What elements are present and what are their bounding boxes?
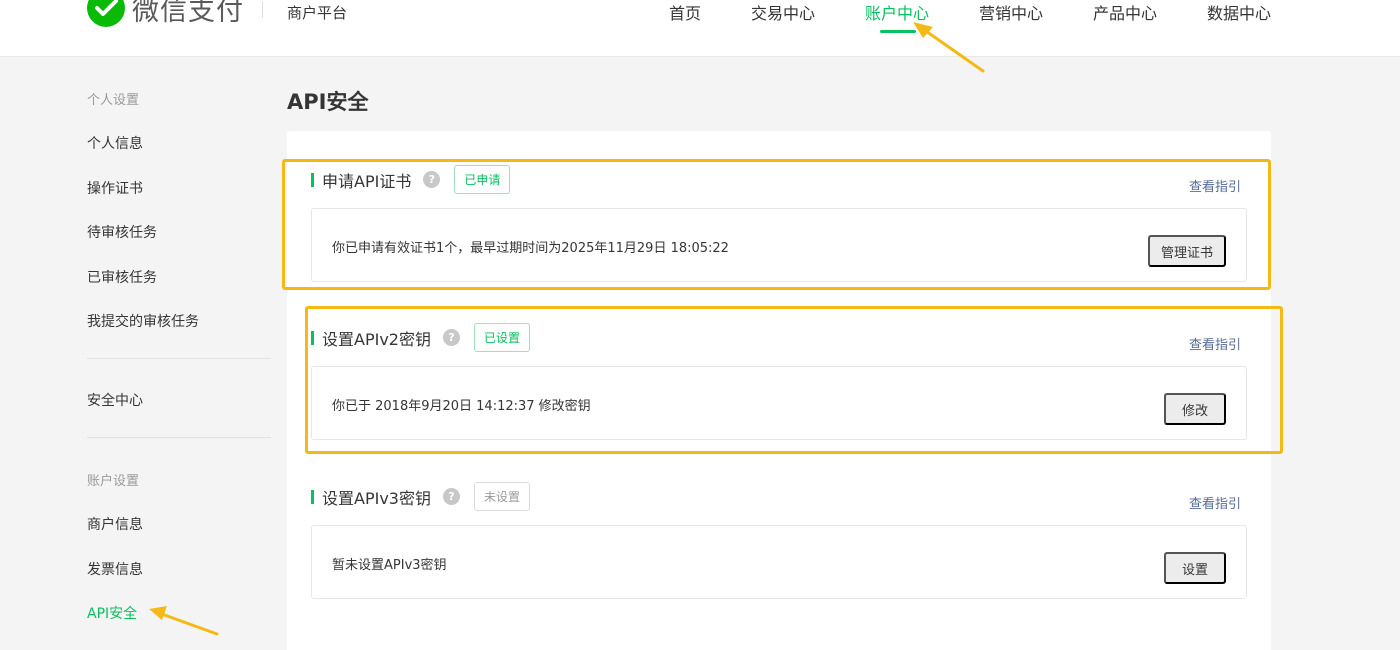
- apiv3-status-text: 暂未设置APIv3密钥: [332, 558, 447, 573]
- status-badge: 已设置: [473, 323, 530, 352]
- cert-status-text: 你已申请有效证书1个，最早过期时间为2025年11月29日 18:05:22: [332, 241, 729, 256]
- section-title: 设置APIv3密钥: [322, 488, 431, 508]
- wechat-pay-logo-icon: [87, 0, 125, 27]
- sidebar-divider: [87, 437, 271, 438]
- sidebar-group-account: 账户设置: [87, 474, 140, 489]
- sidebar-item-merchant-info[interactable]: 商户信息: [87, 514, 143, 534]
- section-title: 申请API证书: [322, 171, 412, 191]
- question-circle-icon[interactable]: ?: [423, 171, 441, 188]
- nav-trade[interactable]: 交易中心: [751, 0, 815, 24]
- sidebar-item-security-center[interactable]: 安全中心: [87, 390, 143, 410]
- section-api-cert-card: 你已申请有效证书1个，最早过期时间为2025年11月29日 18:05:22 管…: [311, 208, 1247, 282]
- arrow-annotation-icon: [149, 606, 219, 636]
- nav-data[interactable]: 数据中心: [1207, 0, 1271, 24]
- nav-product[interactable]: 产品中心: [1093, 0, 1157, 24]
- status-badge: 已申请: [454, 165, 511, 194]
- top-header: 微信支付 商户平台 首页 交易中心 账户中心 营销中心 产品中心 数据中心: [0, 0, 1400, 57]
- sidebar-item-reviewed-tasks[interactable]: 已审核任务: [87, 267, 157, 287]
- section-apiv2-header: 设置APIv2密钥 ? 已设置: [311, 323, 530, 352]
- section-accent-bar: [311, 489, 314, 504]
- sidebar-item-invoice-info[interactable]: 发票信息: [87, 559, 143, 579]
- section-accent-bar: [311, 172, 314, 187]
- section-title: 设置APIv2密钥: [322, 329, 431, 349]
- platform-name: 商户平台: [287, 4, 348, 22]
- question-circle-icon[interactable]: ?: [442, 329, 460, 346]
- sidebar-divider: [87, 358, 271, 359]
- view-guide-link[interactable]: 查看指引: [1189, 334, 1241, 353]
- sidebar-item-pending-tasks[interactable]: 待审核任务: [87, 222, 157, 242]
- sidebar-item-submitted-tasks[interactable]: 我提交的审核任务: [87, 311, 199, 331]
- sidebar-group-personal: 个人设置: [87, 93, 140, 108]
- logo-divider: [262, 2, 263, 18]
- logo-text: 微信支付: [132, 0, 244, 27]
- wechat-pay-logo[interactable]: 微信支付: [86, 0, 244, 28]
- nav-marketing[interactable]: 营销中心: [979, 0, 1043, 24]
- nav-account[interactable]: 账户中心: [865, 0, 929, 24]
- section-apiv2-card: 你已于 2018年9月20日 14:12:37 修改密钥 修改: [311, 366, 1247, 440]
- view-guide-link[interactable]: 查看指引: [1189, 493, 1241, 512]
- sidebar-item-personal-info[interactable]: 个人信息: [87, 133, 143, 153]
- status-badge: 未设置: [473, 482, 530, 511]
- section-apiv3-header: 设置APIv3密钥 ? 未设置: [311, 482, 530, 511]
- question-circle-icon[interactable]: ?: [442, 488, 460, 505]
- nav-active-indicator: [880, 30, 916, 33]
- page-title: API安全: [287, 90, 369, 114]
- view-guide-link[interactable]: 查看指引: [1189, 176, 1241, 195]
- section-apiv3-card: 暂未设置APIv3密钥 设置: [311, 525, 1247, 599]
- section-accent-bar: [311, 330, 314, 345]
- section-api-cert-header: 申请API证书 ? 已申请: [311, 165, 511, 194]
- manage-cert-button[interactable]: 管理证书: [1148, 235, 1226, 267]
- set-key-button[interactable]: 设置: [1164, 552, 1226, 584]
- nav-home[interactable]: 首页: [669, 0, 701, 24]
- sidebar-item-api-security[interactable]: API安全: [87, 603, 137, 623]
- sidebar-item-operation-cert[interactable]: 操作证书: [87, 178, 143, 198]
- modify-key-button[interactable]: 修改: [1164, 393, 1226, 425]
- apiv2-status-text: 你已于 2018年9月20日 14:12:37 修改密钥: [332, 399, 591, 414]
